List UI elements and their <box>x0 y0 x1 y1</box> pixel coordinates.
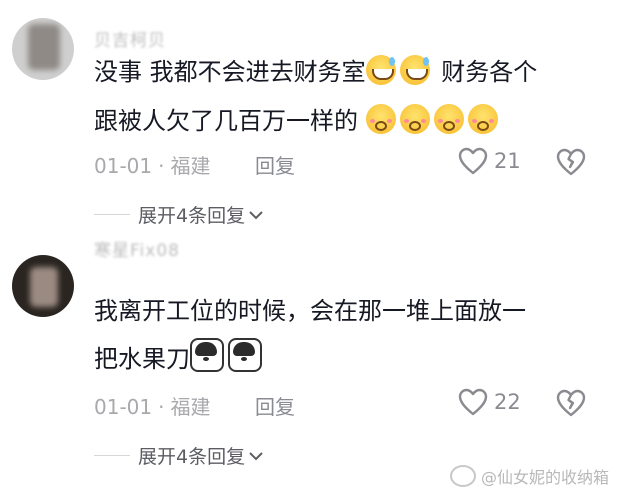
chevron-down-icon <box>248 204 264 226</box>
watermark-text: @仙女妮的收纳箱 <box>480 468 609 487</box>
husky-icon <box>228 338 262 372</box>
kiss-icon <box>399 104 430 134</box>
like-count: 22 <box>494 390 521 414</box>
comment-location: 福建 <box>170 154 211 178</box>
comment-text: 我离开工位的时候，会在那一堆上面放一 <box>94 287 526 336</box>
weibo-logo-icon <box>449 465 476 487</box>
kiss-icon <box>365 104 396 134</box>
comment-text-line2: 跟被人欠了几百万一样的 <box>94 107 366 135</box>
watermark: @仙女妮的收纳箱 <box>449 464 609 488</box>
avatar[interactable] <box>12 18 74 80</box>
kiss-icon <box>467 104 498 134</box>
comment-location: 福建 <box>170 395 211 419</box>
grinning-sweat-icon <box>399 55 430 85</box>
separator: · <box>158 154 165 178</box>
chevron-down-icon <box>248 445 264 467</box>
comment-text-line1-end: 财务各个 <box>433 58 538 86</box>
username[interactable]: 寒星Fix08 <box>94 236 180 261</box>
comment-meta: 01-01 · 福建 <box>94 150 210 179</box>
broken-heart-icon[interactable] <box>556 389 586 417</box>
reply-button[interactable]: 回复 <box>255 150 295 179</box>
divider <box>94 455 130 456</box>
avatar[interactable] <box>12 255 74 317</box>
comment-text-line1: 我离开工位的时候，会在那一堆上面放一 <box>94 297 526 325</box>
expand-replies-label[interactable]: 展开4条回复 <box>138 442 245 469</box>
comment-date: 01-01 <box>94 154 153 178</box>
grinning-sweat-icon <box>365 55 396 85</box>
expand-replies-button[interactable]: 展开4条回复 <box>94 201 264 228</box>
comment-text: 没事 我都不会进去财务室 财务各个 <box>94 48 537 97</box>
like-button[interactable]: 21 <box>458 147 521 175</box>
comment-text-line2-row: 把水果刀 <box>94 335 266 384</box>
comment-text-line1: 没事 我都不会进去财务室 <box>94 58 366 86</box>
comment-meta: 01-01 · 福建 <box>94 391 210 420</box>
broken-heart-icon[interactable] <box>556 148 586 176</box>
heart-icon[interactable] <box>458 147 488 175</box>
expand-replies-label[interactable]: 展开4条回复 <box>138 201 245 228</box>
comment-text-line2-row: 跟被人欠了几百万一样的 <box>94 97 502 146</box>
comment-text-line2: 把水果刀 <box>94 345 190 373</box>
heart-icon[interactable] <box>458 388 488 416</box>
kiss-icon <box>433 104 464 134</box>
like-count: 21 <box>494 149 521 173</box>
divider <box>94 214 130 215</box>
comment-date: 01-01 <box>94 395 153 419</box>
separator: · <box>158 395 165 419</box>
like-button[interactable]: 22 <box>458 388 521 416</box>
reply-button[interactable]: 回复 <box>255 391 295 420</box>
husky-icon <box>190 338 224 372</box>
expand-replies-button[interactable]: 展开4条回复 <box>94 442 264 469</box>
